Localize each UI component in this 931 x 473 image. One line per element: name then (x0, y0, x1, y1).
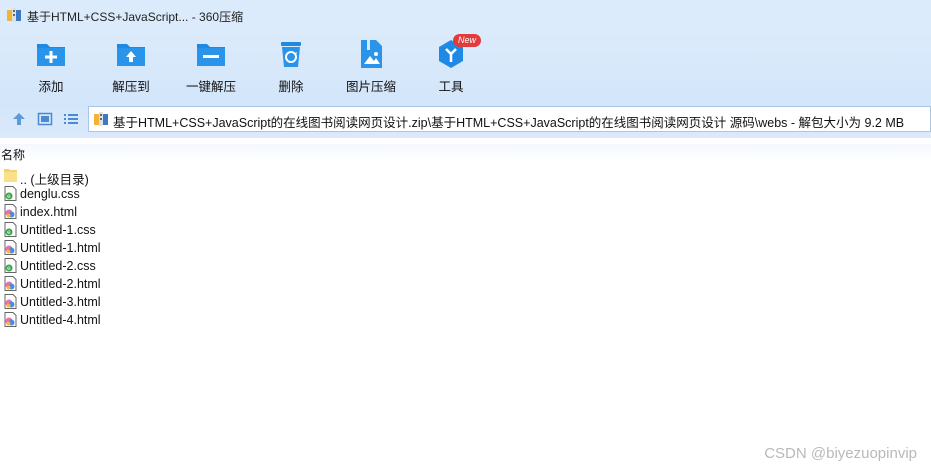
image-compress-button[interactable]: 图片压缩 (331, 36, 411, 96)
html-file-icon (4, 294, 17, 309)
html-file-icon (4, 276, 17, 291)
up-arrow-icon[interactable] (11, 111, 27, 127)
delete-label: 删除 (278, 80, 304, 94)
one-click-extract-button[interactable]: 一键解压 (171, 36, 251, 96)
recycle-icon (281, 42, 301, 67)
css-file-icon: e (4, 186, 17, 201)
file-name: Untitled-4.html (20, 313, 101, 327)
file-name: denglu.css (20, 187, 80, 201)
list-item[interactable]: Untitled-3.html (0, 293, 300, 311)
name-column-header[interactable]: 名称 (0, 144, 931, 162)
list-item[interactable]: e Untitled-2.css (0, 257, 300, 275)
list-item[interactable]: index.html (0, 203, 300, 221)
svg-text:e: e (7, 265, 11, 272)
tools-label: 工具 (438, 80, 464, 94)
extract-to-button[interactable]: 解压到 (91, 36, 171, 96)
name-column-label: 名称 (1, 148, 26, 162)
zip-file-icon (94, 112, 108, 126)
html-file-icon (4, 204, 17, 219)
watermark-text: CSDN @biyezuopinvip (764, 445, 917, 462)
css-file-icon: e (4, 222, 17, 237)
add-icon (37, 44, 65, 66)
one-click-extract-label: 一键解压 (185, 80, 236, 94)
image-compress-icon (361, 40, 382, 68)
address-path: 基于HTML+CSS+JavaScript的在线图书阅读网页设计.zip\基于H… (113, 116, 905, 130)
list-item[interactable]: e Untitled-1.css (0, 221, 300, 239)
list-view-icon[interactable] (63, 111, 79, 127)
toolbar: 添加 解压到 一键解压 删除 图片压缩 New 工具 (0, 30, 931, 100)
image-compress-label: 图片压缩 (345, 80, 396, 94)
window-title: 基于HTML+CSS+JavaScript... - 360压缩 (27, 10, 244, 24)
title-bar: 基于HTML+CSS+JavaScript... - 360压缩 (0, 0, 931, 30)
svg-text:e: e (7, 229, 11, 236)
file-name: Untitled-1.css (20, 223, 96, 237)
tools-button[interactable]: New 工具 (411, 34, 491, 96)
list-item[interactable]: Untitled-1.html (0, 239, 300, 257)
file-name: index.html (20, 205, 77, 219)
css-file-icon: e (4, 258, 17, 273)
address-bar: 基于HTML+CSS+JavaScript的在线图书阅读网页设计.zip\基于H… (0, 100, 931, 138)
svg-text:e: e (7, 193, 11, 200)
add-button[interactable]: 添加 (11, 36, 91, 96)
delete-button[interactable]: 删除 (251, 36, 331, 96)
html-file-icon (4, 312, 17, 327)
folder-icon (4, 169, 17, 182)
extract-to-icon (117, 44, 145, 66)
archive-app-icon (7, 8, 21, 22)
address-field[interactable]: 基于HTML+CSS+JavaScript的在线图书阅读网页设计.zip\基于H… (88, 106, 931, 132)
file-name: Untitled-1.html (20, 241, 101, 255)
thumbnail-view-icon[interactable] (37, 111, 53, 127)
add-label: 添加 (38, 80, 64, 94)
html-file-icon (4, 240, 17, 255)
new-badge: New (453, 34, 482, 47)
file-name: Untitled-2.html (20, 277, 101, 291)
list-item[interactable]: .. (上级目录) (0, 167, 300, 187)
list-item[interactable]: Untitled-4.html (0, 311, 300, 329)
one-click-extract-icon (197, 44, 225, 66)
list-item[interactable]: Untitled-2.html (0, 275, 300, 293)
list-item[interactable]: e denglu.css (0, 185, 300, 203)
extract-to-label: 解压到 (112, 80, 150, 94)
file-name: Untitled-3.html (20, 295, 101, 309)
file-name: Untitled-2.css (20, 259, 96, 273)
